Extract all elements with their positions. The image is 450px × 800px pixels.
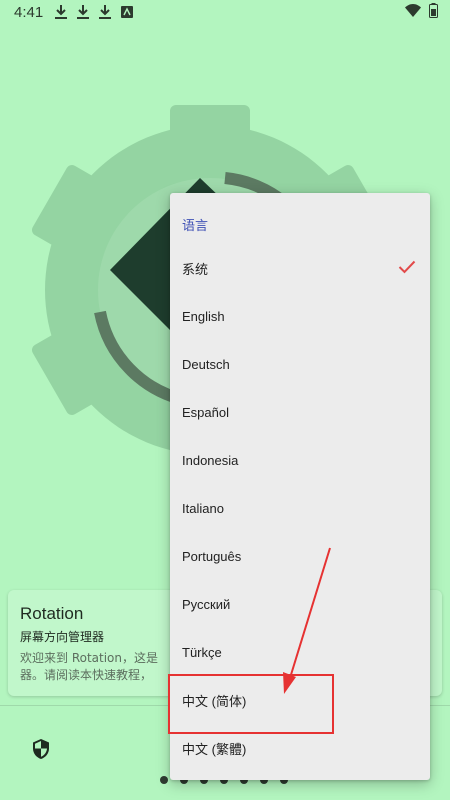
language-option-indonesia[interactable]: Indonesia bbox=[170, 436, 430, 484]
language-option-portugues[interactable]: Português bbox=[170, 532, 430, 580]
shield-icon[interactable] bbox=[30, 738, 52, 760]
option-label: Italiano bbox=[182, 500, 224, 516]
option-label: 中文 (简体) bbox=[182, 693, 247, 709]
language-option-russian[interactable]: Русский bbox=[170, 580, 430, 628]
menu-header: 语言 bbox=[182, 219, 209, 234]
language-option-italiano[interactable]: Italiano bbox=[170, 484, 430, 532]
language-option-system[interactable]: 系统 bbox=[170, 244, 430, 292]
app-subtitle: 屏幕方向管理器 bbox=[20, 630, 105, 644]
option-label: 系统 bbox=[182, 261, 209, 277]
language-option-espanol[interactable]: Español bbox=[170, 388, 430, 436]
language-option-chinese-traditional[interactable]: 中文 (繁體) bbox=[170, 724, 430, 772]
app-description: 欢迎来到 Rotation，这是 器。请阅读本快速教程， bbox=[20, 651, 159, 682]
option-label: Deutsch bbox=[182, 356, 230, 372]
page-dot[interactable] bbox=[160, 776, 168, 784]
language-option-deutsch[interactable]: Deutsch bbox=[170, 340, 430, 388]
language-option-english[interactable]: English bbox=[170, 292, 430, 340]
option-label: English bbox=[182, 308, 225, 324]
option-label: Indonesia bbox=[182, 452, 239, 468]
check-icon bbox=[398, 260, 416, 274]
language-option-turkce[interactable]: Türkçe bbox=[170, 628, 430, 676]
app-title: Rotation bbox=[20, 604, 84, 623]
option-label: 中文 (繁體) bbox=[182, 741, 247, 757]
option-label: Español bbox=[182, 404, 229, 420]
option-label: Português bbox=[182, 548, 242, 564]
language-menu: 语言 系统 English Deutsch Español Indonesia … bbox=[170, 193, 430, 780]
language-option-chinese-simplified[interactable]: 中文 (简体) bbox=[170, 676, 430, 724]
option-label: Türkçe bbox=[182, 644, 222, 660]
option-label: Русский bbox=[182, 596, 231, 612]
